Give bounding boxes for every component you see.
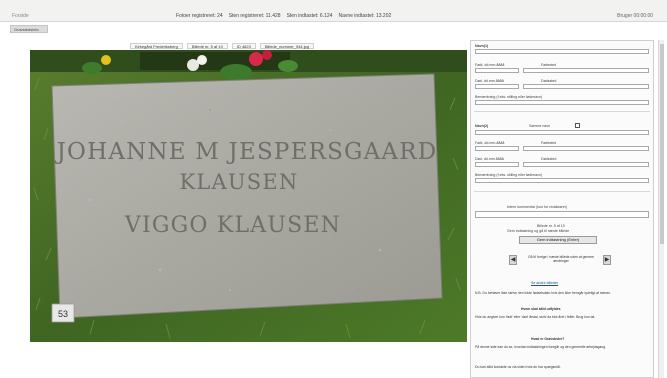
image-counter: Billede nr. 5 af 10 — [537, 224, 565, 228]
scrollbar-thumb[interactable] — [660, 44, 664, 244]
person1-name-input[interactable] — [475, 49, 649, 54]
data-entry-panel: Navn(1) Født, dd.mm.åååå Fødested Død, d… — [470, 40, 654, 378]
death-date-input[interactable] — [475, 84, 519, 89]
death-place2-label: Dødssted — [541, 157, 557, 161]
image-id: ID 4823 — [231, 43, 256, 49]
image-counter-sub: Gem indtastning og gå til næste billede — [507, 229, 570, 233]
person2-name-input[interactable] — [475, 130, 649, 135]
born-date2-input[interactable] — [475, 146, 519, 151]
cemetery-name: Kirkegård Frederiksberg — [130, 43, 183, 49]
death-date-label: Død, dd.mm.åååå — [475, 79, 504, 83]
tab-grave-info[interactable]: Gravstedsinfo — [10, 25, 48, 33]
death-date2-input[interactable] — [475, 162, 519, 167]
born-date-label: Født, dd.mm.åååå — [475, 63, 505, 67]
same-name-label: Samme navn — [529, 124, 551, 128]
headstone-line-2: KLAUSEN — [180, 170, 299, 194]
save-button[interactable]: Gem indtastning (Enter) — [519, 236, 597, 244]
headstone-photo[interactable]: JOHANNE M JESPERSGAARD KLAUSEN VIGGO KLA… — [30, 50, 467, 342]
born-place-label: Fødested — [541, 63, 557, 67]
help-text-4: Du kan altid kontakte os via siden hvis … — [475, 365, 561, 369]
headstone-line-3: VIGGO KLAUSEN — [124, 213, 341, 238]
user-info: Bruger 00:00:00 — [617, 13, 653, 19]
born-date-input[interactable] — [475, 68, 519, 73]
notes-input[interactable] — [475, 100, 649, 105]
death-place-label: Dødssted — [541, 79, 557, 83]
prev-image-button[interactable]: ◀ — [509, 255, 517, 265]
help-text-3: På denne side kan du se, hvordan indtast… — [475, 345, 607, 349]
born-date2-label: Født, dd.mm.åååå — [475, 141, 505, 145]
form-divider — [474, 191, 650, 192]
stat-stones-entered: Sten indtastet: 6.124 — [286, 13, 333, 19]
notes2-label: Bemærkning (f.eks. stilling eller fødena… — [475, 173, 543, 177]
image-index: Billede nr. 5 af 10 — [186, 43, 228, 49]
image-header: Kirkegård Frederiksberg Billede nr. 5 af… — [130, 43, 315, 49]
notes2-input[interactable] — [475, 178, 649, 183]
comment-input[interactable] — [475, 211, 649, 218]
born-place-input[interactable] — [523, 68, 649, 73]
image-filename[interactable]: Billede_nummer_944.jpg — [259, 43, 315, 49]
help-heading-2: Hvad er Gravsteder? — [531, 337, 565, 341]
death-place-input[interactable] — [523, 84, 649, 89]
born-place2-label: Fødested — [541, 141, 557, 145]
born-place2-input[interactable] — [523, 146, 649, 151]
stat-stones: Sten registreret: 11.428 — [228, 13, 281, 19]
help-text-2: Hvis du angiver kun 'født' eller 'død' å… — [475, 315, 596, 319]
help-text-1: N.B. Du behøver ikke skrive den fulde fø… — [475, 291, 612, 295]
form-divider — [474, 111, 650, 112]
top-bar: Forside Fotoer registreret: 24 Sten regi… — [0, 0, 667, 22]
page-scrollbar[interactable] — [658, 40, 664, 378]
person2-label: Navn(2) — [475, 124, 489, 128]
headstone-line-1: JOHANNE M JESPERSGAARD — [55, 139, 438, 165]
stat-photos: Fotoer registreret: 24 — [176, 13, 223, 19]
comment-label: Intern kommentar (kun for redaktører) — [507, 205, 568, 209]
chevron-right-icon: ▶ — [604, 257, 610, 263]
notes-label: Bemærkning (f.eks. stilling eller fødena… — [475, 95, 543, 99]
same-name-checkbox[interactable] — [575, 123, 580, 128]
headstone-tag-number: 53 — [58, 309, 68, 319]
next-image-button[interactable]: ▶ — [603, 255, 611, 265]
statistics-bar: Fotoer registreret: 24 Sten registreret:… — [176, 13, 391, 19]
home-link[interactable]: Forside — [12, 13, 29, 19]
photo-footer — [30, 342, 467, 376]
death-date2-label: Død, dd.mm.åååå — [475, 157, 504, 161]
chevron-left-icon: ◀ — [510, 257, 516, 263]
person1-label: Navn(1) — [475, 44, 489, 48]
nav-hint: Gå til forrige / næste billede uden at g… — [528, 255, 594, 264]
stat-names-entered: Navne indtastet: 13.202 — [338, 13, 392, 19]
other-images-link[interactable]: Se andre billeder — [531, 281, 558, 285]
help-heading: Hvem skal altid udfyldes — [521, 307, 561, 311]
death-place2-input[interactable] — [523, 162, 649, 167]
